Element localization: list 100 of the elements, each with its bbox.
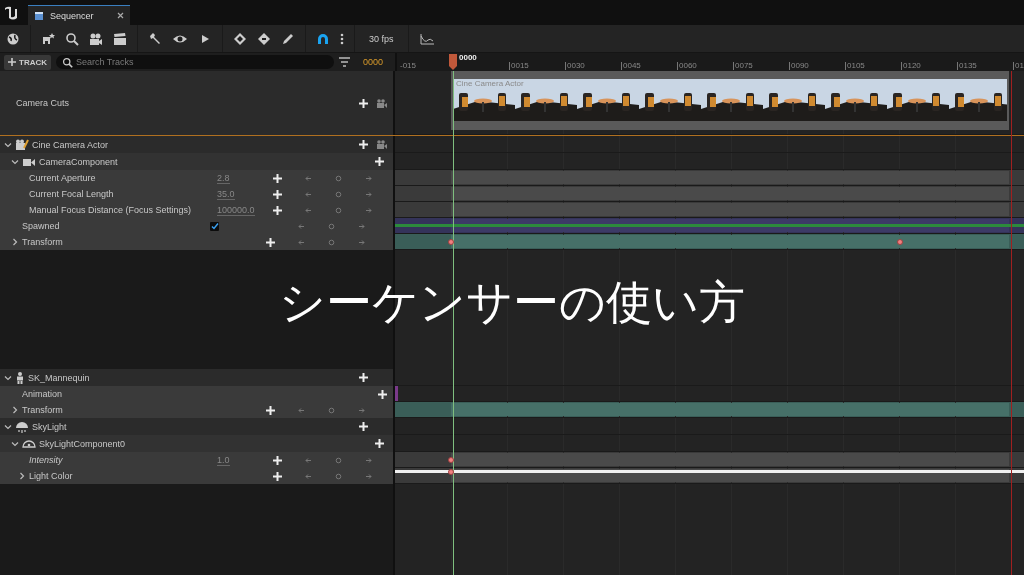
key-dot-icon[interactable] — [328, 238, 335, 246]
previous-key-icon[interactable] — [305, 190, 312, 198]
track-row[interactable]: Animation — [0, 386, 395, 402]
previous-key-icon[interactable] — [305, 472, 312, 480]
key-dot-icon[interactable] — [328, 406, 335, 414]
filter-icon[interactable] — [339, 57, 350, 67]
next-key-icon[interactable] — [358, 222, 365, 230]
track-name: Manual Focus Distance (Focus Settings) — [29, 205, 193, 215]
search-icon[interactable] — [65, 31, 79, 46]
track-name: Current Aperture — [29, 173, 97, 183]
chevron-right-icon[interactable] — [11, 238, 19, 246]
track-row[interactable]: CameraComponent — [0, 153, 395, 170]
curve-editor-icon[interactable] — [418, 31, 435, 46]
next-key-icon[interactable] — [365, 456, 372, 464]
playhead-handle[interactable] — [449, 54, 457, 70]
search-field[interactable]: Search Tracks — [56, 55, 334, 69]
chevron-down-icon[interactable] — [4, 140, 12, 149]
actor-track-row[interactable]: Camera Cuts — [0, 71, 395, 135]
add-key-icon[interactable] — [273, 471, 282, 481]
globe-icon[interactable] — [6, 31, 20, 46]
next-key-icon[interactable] — [365, 174, 372, 182]
next-key-icon[interactable] — [365, 206, 372, 214]
ruler-label: 0015 — [511, 61, 529, 70]
track-row[interactable]: Manual Focus Distance (Focus Settings) 100000.0 — [0, 202, 395, 218]
ruler-label: -015 — [400, 61, 416, 70]
add-key-icon[interactable] — [273, 173, 282, 183]
track-row[interactable]: Transform — [0, 234, 395, 250]
add-key-icon[interactable] — [273, 455, 282, 465]
chevron-down-icon[interactable] — [11, 157, 19, 166]
add-key-icon[interactable] — [273, 189, 282, 199]
add-icon[interactable] — [375, 157, 384, 166]
chevron-down-icon[interactable] — [4, 373, 12, 382]
track-row[interactable]: Current Aperture 2.8 — [0, 170, 395, 186]
add-key-icon[interactable] — [273, 205, 282, 215]
frame-rate-button[interactable]: 30 fps — [365, 31, 398, 46]
add-track-button[interactable]: TRACK — [4, 54, 51, 70]
next-key-icon[interactable] — [365, 472, 372, 480]
previous-key-icon[interactable] — [305, 174, 312, 182]
track-name: SK_Mannequin — [28, 372, 91, 383]
actor-track-row[interactable]: SkyLight — [0, 418, 395, 435]
next-key-icon[interactable] — [358, 406, 365, 414]
next-key-icon[interactable] — [358, 238, 365, 246]
current-frame: 0000 — [355, 57, 391, 67]
movie-camera-icon[interactable] — [89, 31, 103, 46]
previous-key-icon[interactable] — [305, 206, 312, 214]
previous-key-icon[interactable] — [298, 222, 305, 230]
previous-key-icon[interactable] — [298, 238, 305, 246]
track-name: Transform — [22, 237, 64, 247]
track-name: Animation — [22, 389, 64, 399]
key-dot-icon[interactable] — [335, 472, 342, 480]
plus-icon — [8, 58, 16, 66]
chevron-down-icon[interactable] — [11, 439, 19, 448]
actor-track-row[interactable]: Cine Camera Actor — [0, 136, 395, 153]
key-dot-icon[interactable] — [328, 222, 335, 230]
add-key-icon[interactable] — [266, 405, 275, 415]
ruler-label: 0135 — [959, 61, 977, 70]
track-row[interactable]: Current Focal Length 35.0 — [0, 186, 395, 202]
sequencer-tab[interactable]: Sequencer — [28, 5, 130, 25]
chevron-right-icon[interactable] — [11, 406, 19, 414]
track-row[interactable]: Intensity 1.0 — [0, 452, 395, 468]
track-row[interactable]: Transform — [0, 402, 395, 418]
magnet-icon[interactable] — [316, 31, 330, 46]
pencil-icon[interactable] — [281, 31, 295, 46]
video-camera-icon — [22, 156, 36, 167]
track-row[interactable]: Spawned — [0, 218, 395, 234]
camera-icon[interactable] — [376, 140, 387, 149]
key-diamond-icon[interactable] — [257, 31, 271, 46]
add-icon[interactable] — [359, 140, 368, 149]
next-key-icon[interactable] — [365, 190, 372, 198]
key-dot-icon[interactable] — [335, 456, 342, 464]
key-dot-icon[interactable] — [335, 206, 342, 214]
more-icon[interactable] — [340, 31, 344, 46]
chevron-right-icon[interactable] — [18, 472, 26, 480]
clapperboard-icon[interactable] — [113, 31, 127, 46]
track-row[interactable]: Light Color — [0, 468, 395, 484]
sequencer-icon — [34, 10, 44, 21]
ruler-label: 0060 — [679, 61, 697, 70]
camera-icon[interactable] — [376, 98, 387, 108]
chevron-down-icon[interactable] — [4, 422, 12, 431]
ruler-label: 01 — [1015, 61, 1024, 70]
diamond-icon[interactable] — [233, 31, 247, 46]
track-row[interactable]: SkyLightComponent0 — [0, 435, 395, 452]
ruler-label: 0045 — [623, 61, 641, 70]
add-icon[interactable] — [375, 439, 384, 448]
track-name: Intensity — [29, 455, 64, 465]
add-icon[interactable] — [359, 98, 368, 108]
add-actor-icon[interactable] — [41, 31, 55, 46]
checkbox[interactable] — [210, 221, 219, 231]
playhead-frame: 0000 — [459, 53, 477, 62]
add-icon[interactable] — [359, 373, 368, 382]
key-dot-icon[interactable] — [335, 174, 342, 182]
key-dot-icon[interactable] — [335, 190, 342, 198]
track-name: SkyLight — [32, 421, 68, 432]
previous-key-icon[interactable] — [305, 456, 312, 464]
actor-track-row[interactable]: SK_Mannequin — [0, 369, 395, 386]
add-key-icon[interactable] — [266, 237, 275, 247]
add-icon[interactable] — [359, 422, 368, 431]
previous-key-icon[interactable] — [298, 406, 305, 414]
close-icon[interactable] — [117, 12, 124, 19]
add-icon[interactable] — [378, 389, 387, 399]
